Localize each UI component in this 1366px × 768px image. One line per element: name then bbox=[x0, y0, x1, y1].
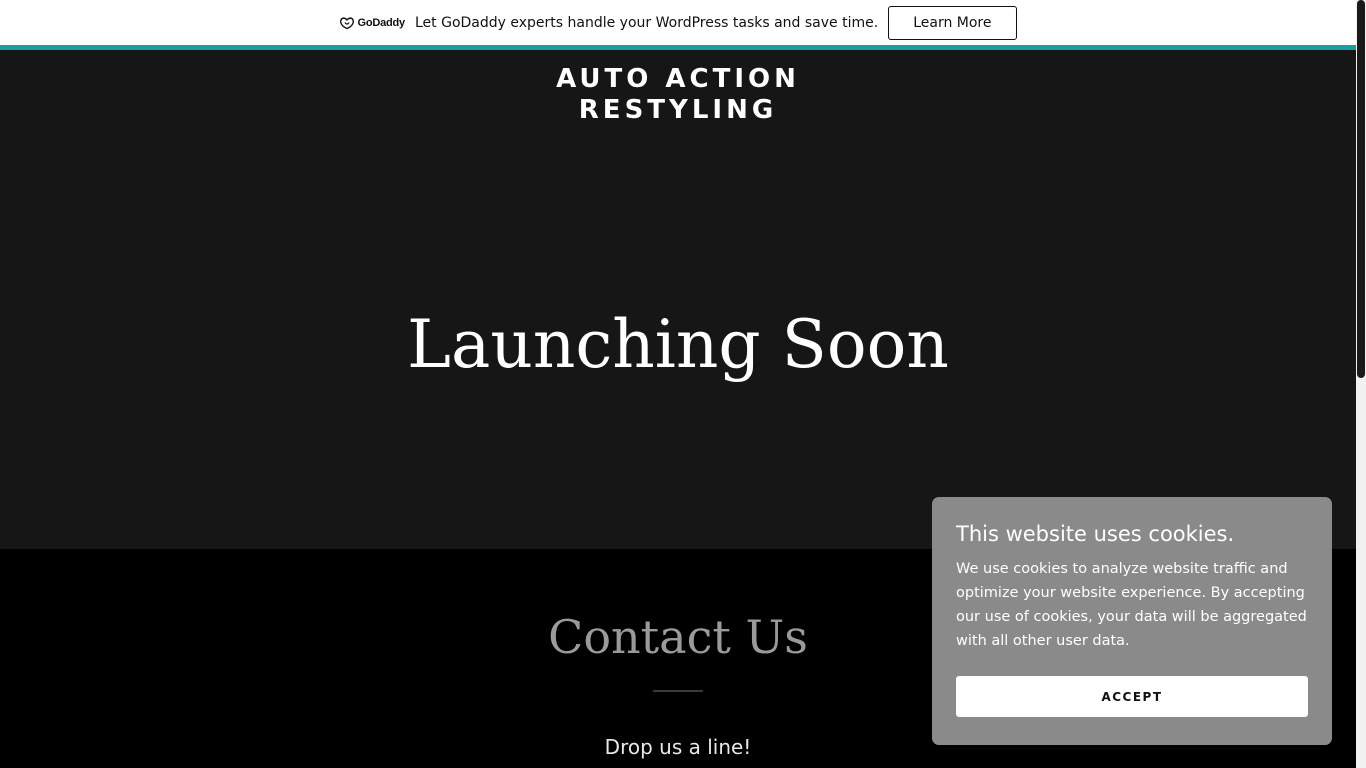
promo-message: Let GoDaddy experts handle your WordPres… bbox=[414, 14, 879, 31]
promo-content: GoDaddy Let GoDaddy experts handle your … bbox=[339, 5, 1017, 40]
godaddy-logo-icon bbox=[340, 16, 355, 29]
godaddy-logo[interactable]: GoDaddy bbox=[339, 16, 405, 30]
accept-button[interactable]: ACCEPT bbox=[956, 676, 1308, 717]
learn-more-button[interactable]: Learn More bbox=[888, 5, 1017, 40]
cookie-dialog: This website uses cookies. We use cookie… bbox=[932, 497, 1332, 745]
cookie-title: This website uses cookies. bbox=[956, 522, 1235, 546]
cookie-body: We use cookies to analyze website traffi… bbox=[956, 561, 1307, 649]
promo-bar: GoDaddy Let GoDaddy experts handle your … bbox=[0, 0, 1356, 45]
hero-heading: Launching Soon bbox=[407, 306, 949, 383]
hero-section: AUTO ACTION RESTYLING Launching Soon bbox=[0, 50, 1356, 549]
contact-divider bbox=[653, 690, 703, 692]
godaddy-logo-text: GoDaddy bbox=[357, 16, 405, 29]
scrollbar-thumb[interactable] bbox=[1357, 0, 1365, 378]
page-scrollbar[interactable] bbox=[1356, 0, 1366, 768]
site-title[interactable]: AUTO ACTION RESTYLING bbox=[498, 64, 858, 126]
